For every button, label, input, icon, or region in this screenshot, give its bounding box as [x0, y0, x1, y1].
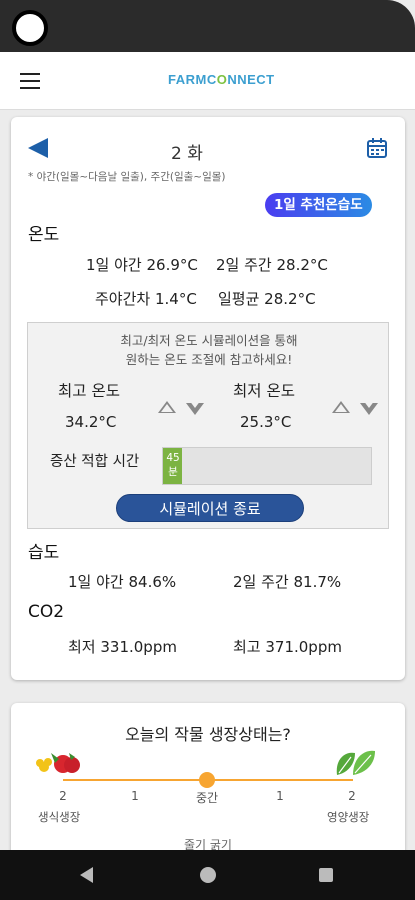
nav-home-icon[interactable] — [200, 867, 216, 883]
humidity-label: 습도 — [28, 543, 60, 563]
app-header: FARMCONNECT — [0, 52, 415, 110]
nav-back-icon[interactable] — [80, 867, 93, 883]
temp-night-value: 1일 야간 26.9°C — [86, 256, 198, 274]
navigation-bar — [0, 850, 415, 900]
temperature-label: 온도 — [28, 225, 60, 245]
humidity-night-value: 1일 야간 84.6% — [68, 573, 177, 591]
max-temp-increase-icon[interactable] — [158, 401, 176, 413]
temp-diff-value: 주야간차 1.4°C — [95, 290, 197, 308]
scale-tick: 2 — [59, 789, 67, 803]
nav-recent-apps-icon[interactable] — [319, 868, 333, 882]
environment-card: 2 화 * 야간(일몰~다음날 일출), 주간(일출~일몰) 1일 추천온습도 … — [11, 117, 405, 680]
simulation-message-line2: 원하는 온도 조절에 참고하세요! — [125, 352, 293, 367]
co2-max-value: 최고 371.0ppm — [233, 638, 342, 656]
calendar-icon[interactable] — [366, 137, 388, 159]
growth-status-card: 오늘의 작물 생장상태는? 2 1 중간 1 2 생식생장 영양생장 줄기 굵기 — [11, 703, 405, 873]
time-range-note: * 야간(일몰~다음날 일출), 주간(일출~일몰) — [28, 171, 226, 183]
max-temp-label: 최고 온도 — [58, 382, 120, 400]
day-title: 2 화 — [171, 144, 203, 164]
status-bar — [0, 0, 415, 52]
camera-cutout — [12, 10, 48, 46]
min-temp-value: 25.3°C — [240, 413, 292, 431]
temp-day-value: 2일 주간 28.2°C — [216, 256, 328, 274]
growth-scale-indicator[interactable] — [199, 772, 215, 788]
back-arrow-icon[interactable] — [28, 138, 48, 158]
transpiration-time-label: 증산 적합 시간 — [50, 454, 140, 470]
growth-title: 오늘의 작물 생장상태는? — [125, 725, 291, 744]
co2-min-value: 최저 331.0ppm — [68, 638, 177, 656]
simulation-message-line1: 최고/최저 온도 시뮬레이션을 통해 — [120, 333, 298, 348]
app-logo: FARMCONNECT — [168, 72, 275, 87]
transpiration-progress-bar: 45분 — [162, 447, 372, 485]
min-temp-increase-icon[interactable] — [332, 401, 350, 413]
humidity-day-value: 2일 주간 81.7% — [233, 573, 342, 591]
scale-tick: 2 — [348, 789, 356, 803]
scale-tick: 중간 — [195, 791, 219, 805]
end-simulation-button[interactable]: 시뮬레이션 종료 — [116, 494, 304, 522]
fruit-icon — [36, 753, 80, 773]
co2-label: CO2 — [28, 602, 65, 622]
temp-avg-value: 일평균 28.2°C — [218, 290, 316, 308]
transpiration-time-value: 45분 — [166, 452, 180, 478]
min-temp-label: 최저 온도 — [233, 382, 295, 400]
recommended-badge[interactable]: 1일 추천온습도 — [265, 193, 372, 217]
scale-tick: 1 — [131, 789, 139, 803]
scale-tick: 1 — [276, 789, 284, 803]
reproductive-growth-label: 생식생장 — [38, 810, 81, 824]
max-temp-decrease-icon[interactable] — [186, 400, 204, 415]
simulation-panel: 최고/최저 온도 시뮬레이션을 통해 원하는 온도 조절에 참고하세요! 최고 … — [27, 322, 389, 529]
vegetative-growth-label: 영양생장 — [327, 810, 370, 824]
hamburger-menu-icon[interactable] — [20, 73, 40, 89]
min-temp-decrease-icon[interactable] — [360, 400, 378, 415]
max-temp-value: 34.2°C — [65, 413, 117, 431]
leaf-icon — [336, 750, 375, 775]
